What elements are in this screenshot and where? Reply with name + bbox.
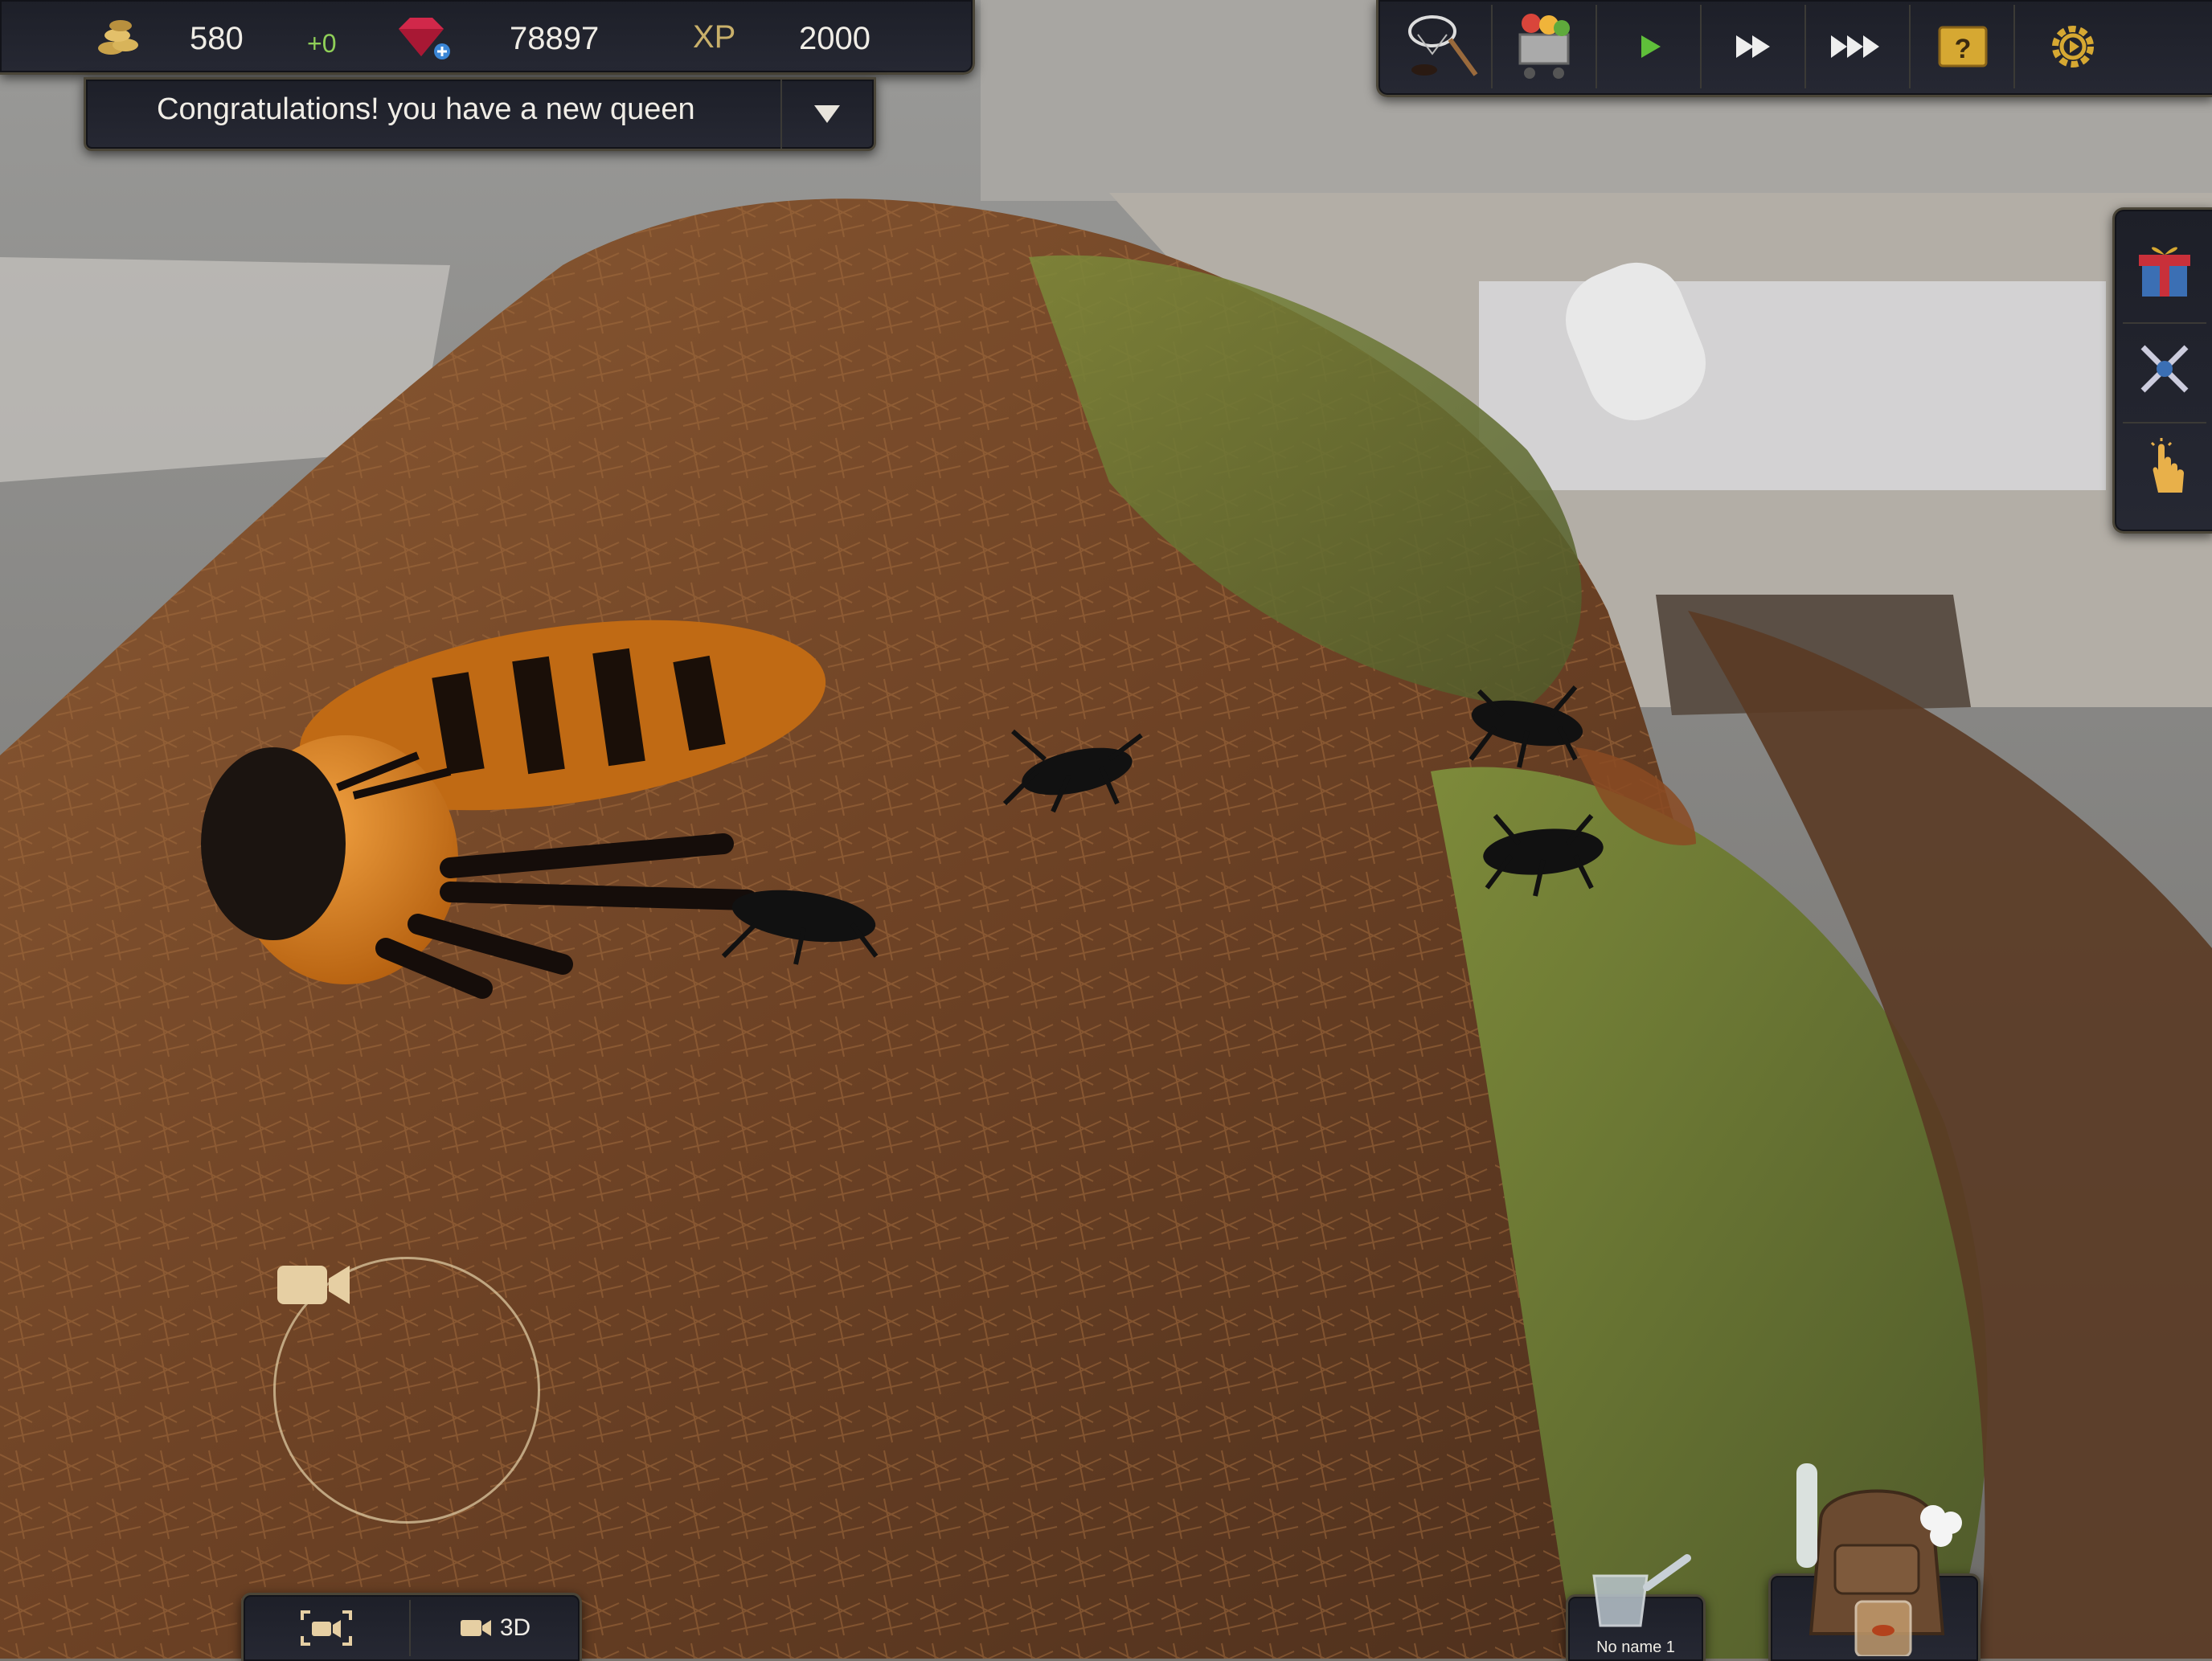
free-camera-button[interactable] — [244, 1595, 409, 1661]
feeding-tray-icon — [1592, 1554, 1691, 1627]
resource-bar: 580 +0 78897 XP 2000 — [0, 0, 975, 75]
fast-forward-icon — [1736, 35, 1770, 58]
xp-label: XP — [693, 19, 736, 55]
gold-coins-icon — [98, 20, 138, 55]
tap-interact-button[interactable] — [2123, 422, 2206, 513]
camera-mode-bar: 3D — [241, 1593, 582, 1661]
fastest-forward-button[interactable] — [1808, 5, 1911, 88]
camera-3d-button[interactable]: 3D — [411, 1595, 580, 1661]
camera-3d-label: 3D — [499, 1614, 531, 1641]
gems-count: 78897 — [510, 21, 600, 56]
notification-bar[interactable]: Congratulations! you have a new queen — [84, 77, 876, 151]
fastest-forward-icon — [1831, 35, 1879, 58]
coins-delta: +0 — [307, 29, 337, 58]
xp-count: 2000 — [799, 21, 870, 56]
video-camera-icon — [277, 1266, 350, 1304]
fast-forward-button[interactable] — [1703, 5, 1806, 88]
coins-count: 580 — [190, 21, 244, 56]
battle-button[interactable] — [2123, 322, 2206, 414]
catch-net-button[interactable] — [1390, 5, 1493, 88]
ruby-gem-add-icon[interactable] — [392, 14, 457, 64]
game-scene[interactable] — [0, 0, 2212, 1659]
svg-text:?: ? — [1955, 34, 1972, 64]
camera-joystick[interactable] — [273, 1257, 540, 1524]
tap-hand-icon — [2150, 438, 2184, 493]
net-icon — [1408, 15, 1478, 76]
game-toolbar: ? — [1376, 0, 2212, 97]
side-menu — [2112, 207, 2212, 534]
backpack-button[interactable] — [1768, 1463, 1981, 1661]
backpack-icon — [1796, 1463, 1962, 1656]
settings-button[interactable] — [2017, 5, 2129, 88]
video-camera-icon — [460, 1620, 491, 1636]
shop-cart-icon — [1518, 14, 1570, 79]
chevron-down-icon[interactable] — [813, 102, 842, 125]
settings-gear-icon — [2052, 26, 2094, 68]
gift-button[interactable] — [2123, 224, 2206, 314]
play-speed-button[interactable] — [1599, 5, 1702, 88]
help-button[interactable]: ? — [1912, 5, 2015, 88]
camera-frame-icon — [301, 1610, 352, 1646]
inventory-item-label: No name 1 — [1596, 1638, 1675, 1656]
crossed-swords-icon — [2140, 345, 2189, 393]
divider — [780, 80, 782, 149]
gift-icon — [2139, 247, 2190, 297]
inventory-slot[interactable]: No name 1 — [1566, 1554, 1706, 1661]
shop-button[interactable] — [1494, 5, 1597, 88]
notification-message: Congratulations! you have a new queen — [157, 92, 695, 126]
play-icon — [1641, 35, 1661, 58]
help-book-icon: ? — [1938, 26, 1988, 68]
